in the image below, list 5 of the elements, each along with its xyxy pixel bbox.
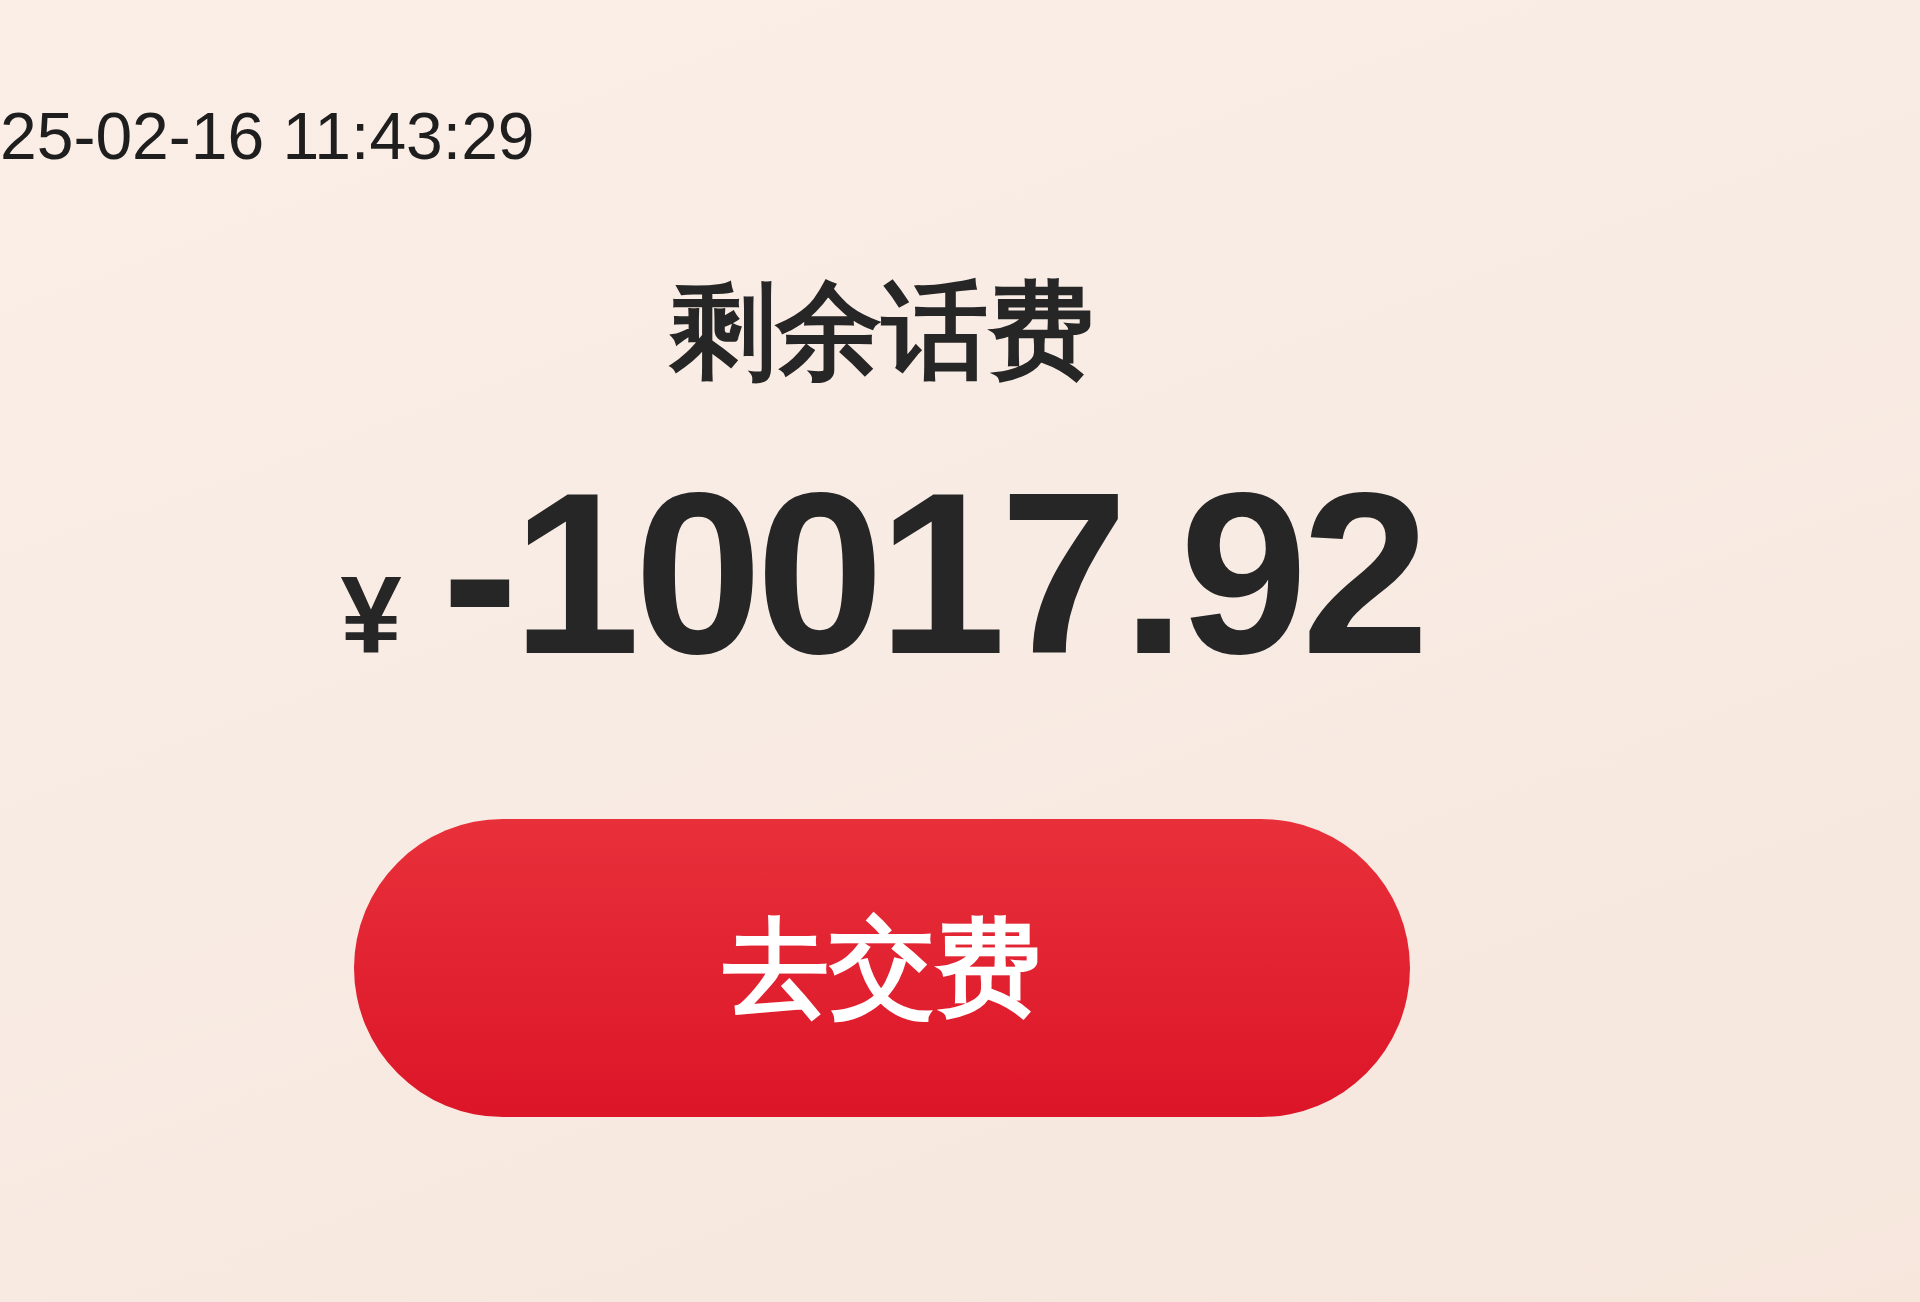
balance-label: 剩余话费 [670,272,1094,390]
pay-button[interactable]: 去交费 [354,819,1410,1118]
currency-symbol: ¥ [340,552,402,679]
balance-amount: -10017.92 [441,459,1424,690]
timestamp: 25-02-16 11:43:29 [0,100,535,173]
